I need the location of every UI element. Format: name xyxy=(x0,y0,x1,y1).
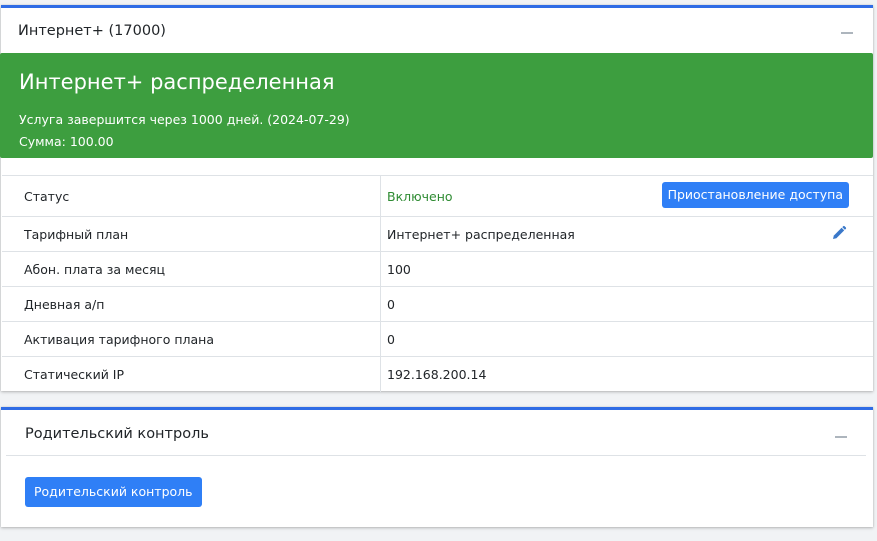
row-label: Статический IP xyxy=(2,356,381,392)
parental-control-card: Родительский контроль Родительский контр… xyxy=(1,407,873,527)
tariff-value: Интернет+ распределенная xyxy=(387,226,575,242)
sum-text: Сумма: 100.00 xyxy=(19,134,114,149)
parental-card-title: Родительский контроль xyxy=(25,426,209,442)
row-value: Интернет+ распределенная xyxy=(380,216,873,252)
row-label: Абон. плата за месяц xyxy=(2,251,381,287)
service-banner: Интернет+ распределенная Услуга завершит… xyxy=(0,53,873,158)
table-row: Статический IP 192.168.200.14 xyxy=(2,356,873,392)
service-card-title: Интернет+ (17000) xyxy=(18,23,166,39)
row-value: 0 xyxy=(380,286,873,322)
table-row: Статус Включено Приостановление доступа xyxy=(2,175,873,217)
service-card: Интернет+ (17000) Интернет+ распределенн… xyxy=(0,5,873,392)
row-value: 0 xyxy=(380,321,873,357)
divider xyxy=(6,455,866,456)
table-row: Тарифный план Интернет+ распределенная xyxy=(2,216,873,252)
table-row: Дневная а/п 0 xyxy=(2,286,873,322)
collapse-icon[interactable] xyxy=(841,32,853,34)
collapse-icon[interactable] xyxy=(835,436,847,438)
row-value: 192.168.200.14 xyxy=(380,356,873,392)
suspend-access-button[interactable]: Приостановление доступа xyxy=(661,182,849,208)
table-row: Активация тарифного плана 0 xyxy=(2,321,873,357)
service-info-table: Статус Включено Приостановление доступа … xyxy=(2,175,873,392)
row-label: Статус xyxy=(2,175,381,217)
row-value: 100 xyxy=(380,251,873,287)
row-label: Дневная а/п xyxy=(2,286,381,322)
pencil-icon[interactable] xyxy=(831,225,847,241)
row-label: Активация тарифного плана xyxy=(2,321,381,357)
expiry-text: Услуга завершится через 1000 дней. (2024… xyxy=(19,112,350,127)
parental-control-button[interactable]: Родительский контроль xyxy=(25,477,202,507)
row-value: Включено Приостановление доступа xyxy=(380,175,873,217)
status-value: Включено xyxy=(387,188,453,204)
table-row: Абон. плата за месяц 100 xyxy=(2,251,873,287)
row-label: Тарифный план xyxy=(2,216,381,252)
service-card-header: Интернет+ (17000) xyxy=(1,8,873,53)
service-name: Интернет+ распределенная xyxy=(19,70,335,94)
parental-card-header: Родительский контроль xyxy=(1,410,873,455)
